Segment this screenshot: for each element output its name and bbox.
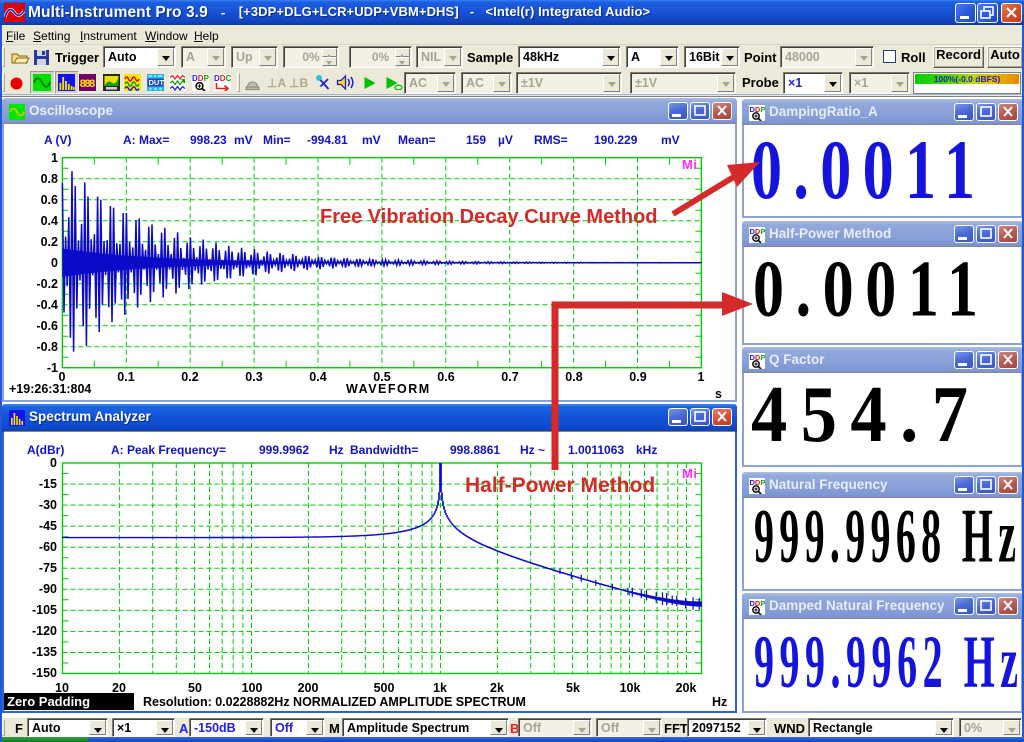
svg-text:999.9968 Hz: 999.9968 Hz: [754, 498, 1016, 579]
svg-text:DDP: DDP: [192, 74, 209, 83]
svg-text:0.0011: 0.0011: [753, 247, 978, 334]
svg-text:0.0011: 0.0011: [751, 125, 975, 216]
svg-text:454.7: 454.7: [751, 373, 968, 459]
svg-text:999.9962 Hz: 999.9962 Hz: [754, 621, 1018, 705]
svg-text:DUT: DUT: [149, 78, 165, 87]
svg-text:888: 888: [80, 79, 96, 91]
svg-text:DDC: DDC: [214, 74, 231, 83]
